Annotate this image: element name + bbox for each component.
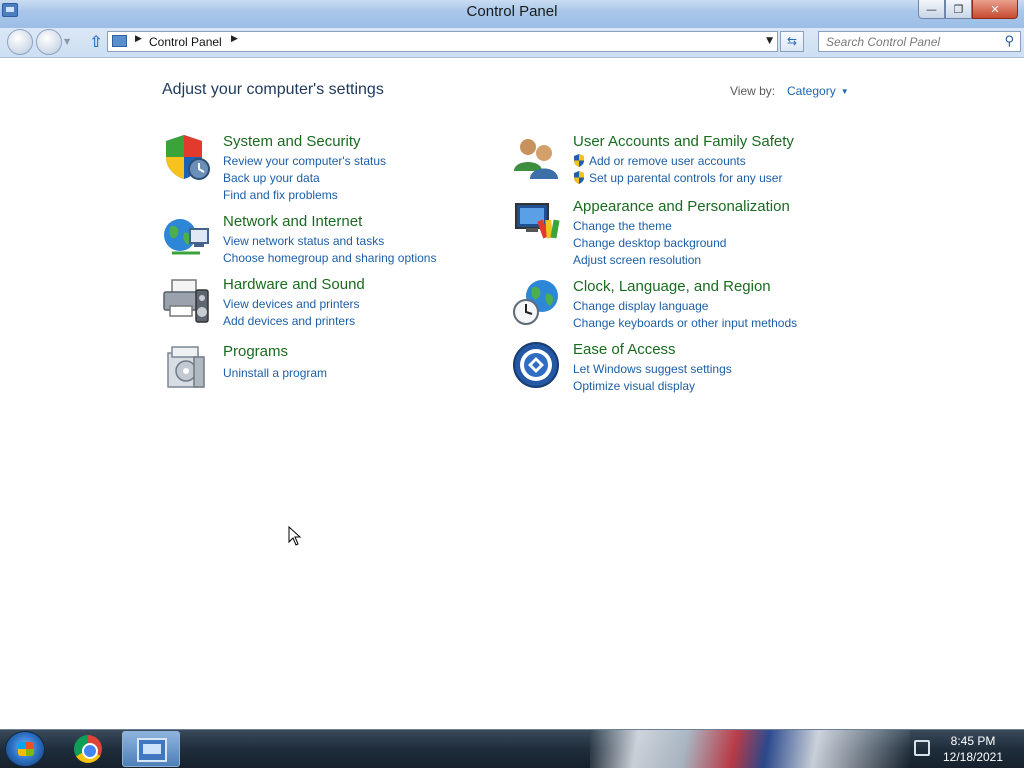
link-desktop-background[interactable]: Change desktop background [573, 235, 726, 252]
window-controls: — ❐ ✕ [918, 0, 1018, 19]
link-view-devices[interactable]: View devices and printers [223, 296, 360, 313]
link-uninstall-program[interactable]: Uninstall a program [223, 365, 327, 382]
address-bar[interactable]: ▶ Control Panel ▶ ▼ [107, 31, 778, 52]
search-box[interactable]: Search Control Panel ⚲ [818, 31, 1021, 52]
minimize-button[interactable]: — [918, 0, 945, 19]
mouse-cursor-icon [288, 526, 302, 546]
network-tray-icon[interactable] [914, 740, 930, 756]
clock-date: 12/18/2021 [942, 750, 1004, 764]
restore-button[interactable]: ❐ [945, 0, 972, 19]
category-user-accounts: User Accounts and Family Safety Add or r… [512, 133, 872, 187]
view-by-label: View by: [730, 84, 776, 98]
category-title[interactable]: Clock, Language, and Region [573, 278, 771, 295]
category-network-internet: Network and Internet View network status… [162, 213, 482, 267]
back-button[interactable] [7, 29, 33, 55]
title-bar: Control Panel — ❐ ✕ [0, 0, 1024, 28]
uac-shield-icon [574, 154, 584, 167]
network-globe-icon[interactable] [162, 213, 210, 261]
category-title[interactable]: System and Security [223, 133, 361, 150]
category-appearance: Appearance and Personalization Change th… [512, 198, 872, 268]
taskbar-chrome[interactable] [60, 731, 118, 767]
link-homegroup-sharing[interactable]: Choose homegroup and sharing options [223, 250, 436, 267]
category-title[interactable]: Ease of Access [573, 341, 676, 358]
category-hardware-sound: Hardware and Sound View devices and prin… [162, 276, 482, 330]
address-dropdown-icon[interactable]: ▼ [766, 36, 773, 46]
view-by-value[interactable]: Category [787, 84, 836, 98]
link-add-remove-accounts[interactable]: Add or remove user accounts [573, 153, 782, 170]
uac-shield-icon [574, 171, 584, 184]
link-network-status[interactable]: View network status and tasks [223, 233, 436, 250]
up-arrow-icon[interactable]: ⇧ [89, 33, 103, 51]
printer-speaker-icon[interactable] [162, 276, 210, 324]
link-change-theme[interactable]: Change the theme [573, 218, 726, 235]
search-input[interactable]: Search Control Panel [826, 35, 940, 49]
link-label[interactable]: Set up parental controls for any user [589, 171, 782, 185]
control-panel-small-icon [112, 35, 127, 47]
close-button[interactable]: ✕ [972, 0, 1018, 19]
breadcrumb-arrow-icon[interactable]: ▶ [135, 34, 142, 44]
refresh-button[interactable]: ⇆ [780, 31, 804, 52]
link-parental-controls[interactable]: Set up parental controls for any user [573, 170, 782, 187]
window-title: Control Panel [466, 3, 558, 20]
link-windows-suggest[interactable]: Let Windows suggest settings [573, 361, 732, 378]
category-programs: Programs Uninstall a program [162, 343, 482, 393]
category-clock-language: Clock, Language, and Region Change displ… [512, 278, 872, 332]
clock-globe-icon[interactable] [512, 278, 560, 326]
category-title[interactable]: Network and Internet [223, 213, 362, 230]
programs-box-icon[interactable] [162, 343, 210, 391]
dropdown-arrow-icon[interactable]: ▼ [841, 87, 849, 96]
taskbar: 8:45 PM 12/18/2021 [0, 729, 1024, 768]
link-display-language[interactable]: Change display language [573, 298, 797, 315]
category-title[interactable]: Appearance and Personalization [573, 198, 790, 215]
shield-icon[interactable] [162, 133, 210, 181]
link-review-status[interactable]: Review your computer's status [223, 153, 386, 170]
link-screen-resolution[interactable]: Adjust screen resolution [573, 252, 726, 269]
category-system-security: System and Security Review your computer… [162, 133, 482, 203]
chrome-icon [74, 735, 102, 763]
monitor-palette-icon[interactable] [512, 198, 560, 246]
system-clock[interactable]: 8:45 PM 12/18/2021 [940, 733, 1006, 765]
page-title: Adjust your computer's settings [162, 81, 384, 98]
link-find-fix-problems[interactable]: Find and fix problems [223, 187, 386, 204]
link-keyboards-input[interactable]: Change keyboards or other input methods [573, 315, 797, 332]
category-ease-of-access: Ease of Access Let Windows suggest setti… [512, 341, 872, 395]
category-title[interactable]: Hardware and Sound [223, 276, 365, 293]
category-title[interactable]: User Accounts and Family Safety [573, 133, 794, 150]
link-add-devices[interactable]: Add devices and printers [223, 313, 360, 330]
breadcrumb-arrow-icon[interactable]: ▶ [231, 34, 238, 44]
wallpaper-fragment [590, 730, 910, 768]
breadcrumb-control-panel[interactable]: Control Panel [149, 35, 222, 49]
recent-pages-dropdown-icon[interactable]: ▼ [64, 37, 70, 46]
category-title[interactable]: Programs [223, 343, 288, 360]
link-visual-display[interactable]: Optimize visual display [573, 378, 732, 395]
view-by-dropdown[interactable]: Category ▼ [787, 84, 849, 98]
navigation-bar: ▼ ⇧ ▶ Control Panel ▶ ▼ ⇆ Search Control… [0, 28, 1024, 58]
link-back-up-data[interactable]: Back up your data [223, 170, 386, 187]
start-button[interactable] [5, 731, 45, 767]
link-label[interactable]: Add or remove user accounts [589, 154, 746, 168]
search-icon[interactable]: ⚲ [1004, 34, 1014, 49]
forward-button[interactable] [36, 29, 62, 55]
users-icon[interactable] [512, 133, 560, 181]
content-area: Adjust your computer's settings View by:… [0, 59, 1024, 729]
taskbar-control-panel[interactable] [122, 731, 180, 767]
ease-of-access-icon[interactable] [512, 341, 560, 389]
clock-time: 8:45 PM [950, 734, 996, 748]
control-panel-taskbar-icon [137, 738, 167, 762]
